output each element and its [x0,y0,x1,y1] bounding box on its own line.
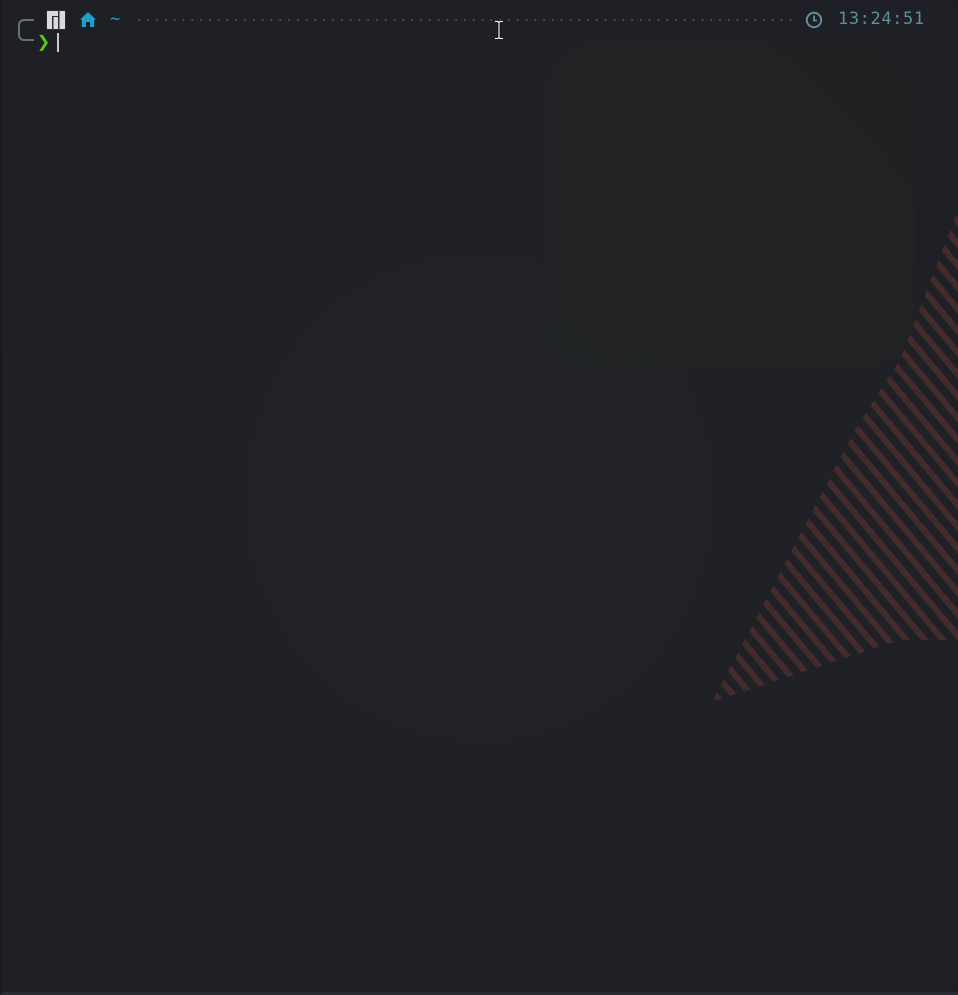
prompt-bracket [18,19,34,41]
ibeam-cursor-icon [495,20,503,40]
prompt-time: 13:24:51 [838,9,925,29]
wallpaper-art [0,0,958,995]
clock-icon [805,11,823,29]
text-cursor[interactable] [57,33,59,52]
manjaro-logo-icon [46,10,66,30]
window-frame [0,0,958,995]
terminal-window[interactable]: ~ 13:24:51 ❯ [0,0,958,995]
prompt-symbol: ❯ [37,30,51,55]
prompt-filler-dots [135,19,795,21]
current-directory: ~ [110,9,121,29]
home-icon [80,12,96,27]
